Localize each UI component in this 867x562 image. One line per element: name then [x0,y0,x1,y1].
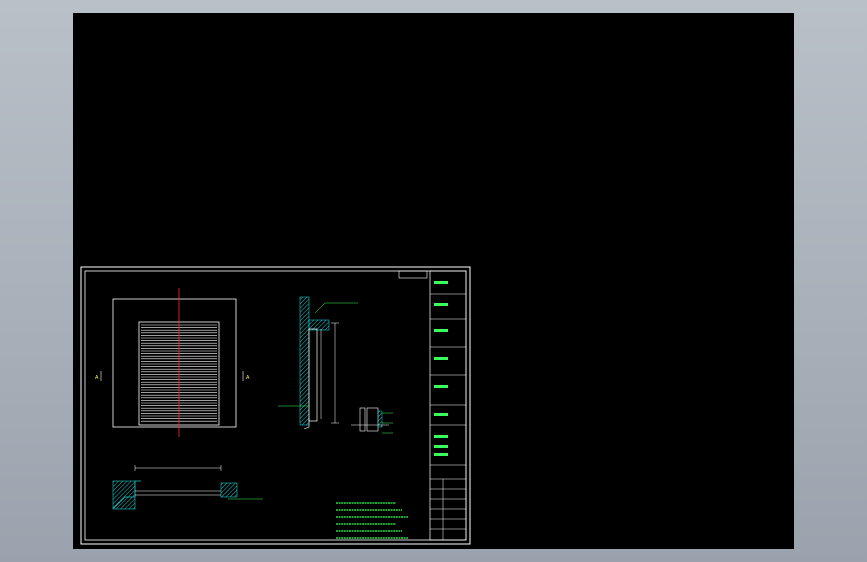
title-block-frame [429,270,467,541]
cad-viewport[interactable]: A A [73,13,794,549]
wall-opening-outline [112,298,237,428]
title-block-entry [434,329,448,332]
plan-section-view [112,465,263,510]
plan-right-wall [220,482,238,498]
title-block-entry [434,303,448,306]
section-marker-right: A [246,375,250,381]
title-block-entry [434,281,448,284]
plan-left-wall [112,480,136,510]
guide-rail [308,328,318,422]
title-block-entry [434,453,448,456]
lintel-hatch [308,319,330,331]
title-block-entry [434,445,448,448]
title-block-rows [430,281,466,540]
title-block-entry [434,385,448,388]
side-section-view [278,296,358,430]
front-elevation-view: A A [95,288,250,437]
cad-drawing: A A [80,266,471,545]
technical-notes [336,502,408,539]
title-block-entry [434,357,448,360]
detail-view [351,407,393,434]
sheet-tag-box [398,270,428,279]
section-marker-left: A [95,375,99,381]
notes-lines [336,502,408,539]
title-block-entry [434,413,448,416]
title-block-entry [434,435,448,438]
title-block [429,270,467,541]
